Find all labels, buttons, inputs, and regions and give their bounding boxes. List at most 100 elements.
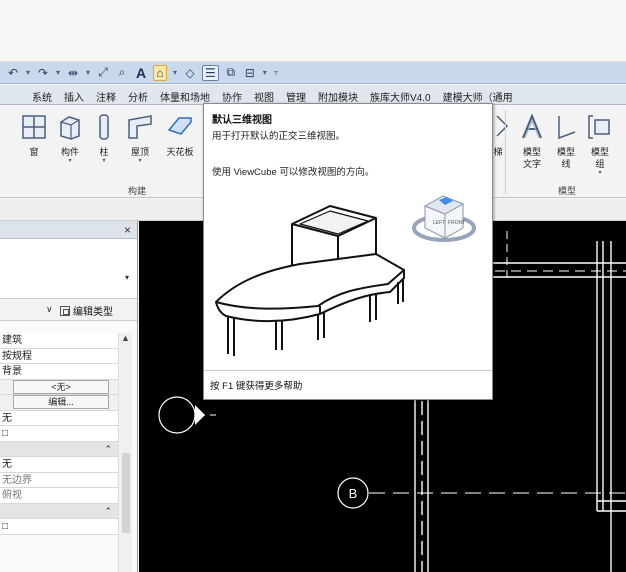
grid-bubble-label: B [349,486,358,501]
ribbon-tab[interactable]: 体量和场地 [154,85,216,104]
ribbon-tab[interactable]: 管理 [280,85,312,104]
component-icon [60,116,80,140]
property-button[interactable]: 编辑... [13,395,109,409]
tooltip-description: 用于打开默认的正交三维视图。 [212,131,346,142]
roof-button[interactable]: 屋顶 ▾ [120,112,160,164]
quick-access-toolbar: ↶ ▾ ↷ ▾ ⇹ ▾ ⤢ ⌕ A ⌂ ▾ ◇ ☰ ⧉ ⊟ ▾ ▿ [0,62,626,84]
column-icon [99,114,109,140]
model-line-button-label: 模型 线 [556,147,575,169]
model-text-button-label: 模型 文字 [522,147,541,169]
model-group-button[interactable]: 模型 组 ▾ [580,112,620,176]
property-group-header[interactable]: ⌃ [0,503,118,519]
ribbon-tab[interactable]: 系统 [26,85,58,104]
tooltip-default-3d-view: 默认三维视图 用于打开默认的正交三维视图。 使用 ViewCube 可以修改视图… [203,103,493,400]
viewcube-icon: LEFT FRONT [412,195,476,242]
viewcube-front-face: FRONT [448,220,465,226]
tooltip-divider [204,370,492,371]
build-panel-label[interactable]: 构建 [128,184,146,197]
ribbon-tab[interactable]: 族库大师V4.0 [364,85,437,104]
ribbon-tab[interactable]: 分析 [122,85,154,104]
window-title-area [0,0,626,62]
text-tool-button[interactable]: A [134,65,148,81]
dimension-icon[interactable]: ⤢ [96,65,110,81]
chevron-down-icon[interactable]: ▾ [125,273,129,282]
property-value[interactable]: 无边界 [0,472,118,488]
window-icon [22,115,46,139]
edit-type-button[interactable]: 编辑类型 [60,303,113,318]
type-filter-row: ∨ 编辑类型 [0,299,137,321]
roof-icon [128,115,152,139]
filter-chevron-down-icon[interactable]: ∨ [46,304,53,315]
scroll-up-icon[interactable]: ▲ [121,333,130,343]
component-dropdown-icon[interactable]: ▾ [68,158,71,164]
roof-dropdown-icon[interactable]: ▾ [138,158,141,164]
measure-icon[interactable]: ⇹ [66,65,80,81]
property-value[interactable]: 无 [0,410,118,426]
property-value[interactable]: 建筑 [0,333,118,349]
property-button-row[interactable]: 编辑... [0,395,118,411]
property-value[interactable]: 俯视 [0,488,118,504]
properties-list: 建筑 按规程 背景 <无> 编辑... 无 □ ⌃ 无无边界 俯视 ⌃ □ [0,333,118,535]
tooltip-title: 默认三维视图 [212,115,272,126]
collapse-icon[interactable]: ⌃ [104,442,112,457]
ribbon-tab[interactable]: 视图 [248,85,280,104]
thin-lines-icon[interactable]: ☰ [202,64,219,81]
roof-button-label: 屋顶 [130,147,149,157]
column-button[interactable]: 柱 ▾ [84,112,124,164]
property-value[interactable]: 按规程 [0,348,118,364]
ceiling-button[interactable]: 天花板 [160,112,200,158]
redo-dropdown-icon[interactable]: ▾ [55,65,61,81]
close-icon[interactable]: × [124,223,131,237]
ceiling-button-label: 天花板 [166,147,194,157]
3d-building-illustration [215,205,405,356]
ribbon-tab[interactable]: 插入 [58,85,90,104]
column-button-label: 柱 [99,147,109,157]
panel-separator [505,110,506,194]
property-group-header[interactable]: ⌃ [0,441,118,457]
edit-type-label: 编辑类型 [73,307,113,318]
collapse-icon[interactable]: ⌃ [104,504,112,519]
undo-dropdown-icon[interactable]: ▾ [25,65,31,81]
ribbon-tab[interactable]: 协作 [216,85,248,104]
component-button-label: 构件 [60,147,79,157]
properties-scrollbar[interactable]: ▲ [118,333,132,572]
tooltip-note: 使用 ViewCube 可以修改视图的方向。 [212,167,375,178]
type-selector[interactable]: ▾ [0,239,137,299]
window-button-label: 窗 [29,147,39,157]
property-value[interactable]: 背景 [0,364,118,380]
ribbon-tab[interactable]: 附加模块 [312,85,364,104]
property-button-row[interactable]: <无> [0,379,118,395]
window-button[interactable]: 窗 [14,112,54,158]
ribbon-tab[interactable]: 注释 [90,85,122,104]
property-value[interactable]: □ [0,519,118,535]
customize-toolbar-icon[interactable]: ▿ [273,65,279,81]
column-dropdown-icon[interactable]: ▾ [102,158,105,164]
ribbon-tab[interactable]: 建模大师（通用 [437,85,519,104]
property-value[interactable]: □ [0,426,118,442]
model-group-button-label: 模型 组 [590,147,609,169]
tag-icon[interactable]: ⌕ [115,65,129,81]
section-icon[interactable]: ◇ [183,65,197,81]
undo-icon[interactable]: ↶ [6,65,20,81]
measure-dropdown-icon[interactable]: ▾ [85,65,91,81]
default-3d-view-icon[interactable]: ⌂ [153,64,167,81]
property-button[interactable]: <无> [13,379,109,394]
tooltip-help-text: 按 F1 键获得更多帮助 [210,381,303,392]
close-hidden-windows-icon[interactable]: ⧉ [224,65,238,81]
model-line-icon [558,116,576,140]
redo-icon[interactable]: ↷ [36,65,50,81]
model-group-icon [588,115,610,139]
switch-windows-icon[interactable]: ⊟ [243,65,257,81]
properties-header: × [0,221,137,239]
edit-type-icon [60,305,70,316]
properties-palette: × ▾ ∨ 编辑类型 建筑 按规程 背景 <无> 编辑... 无 □ ⌃ 无无边界 俯视 ⌃ □ ▲ [0,221,138,572]
viewcube-left-face: LEFT [433,220,445,226]
scroll-thumb[interactable] [122,453,130,533]
switch-windows-dropdown-icon[interactable]: ▾ [262,65,268,81]
3d-view-dropdown-icon[interactable]: ▾ [172,65,178,81]
model-text-icon [522,113,542,139]
model-panel-label[interactable]: 模型 [558,184,576,197]
property-value[interactable]: 无 [0,457,118,473]
ribbon-tab-bar: 系统 插入 注释 分析 体量和场地 协作 视图 管理 附加模块 族库大师V4.0 建模大师（通用 [0,85,626,105]
model-group-dropdown-icon[interactable]: ▾ [598,170,601,176]
